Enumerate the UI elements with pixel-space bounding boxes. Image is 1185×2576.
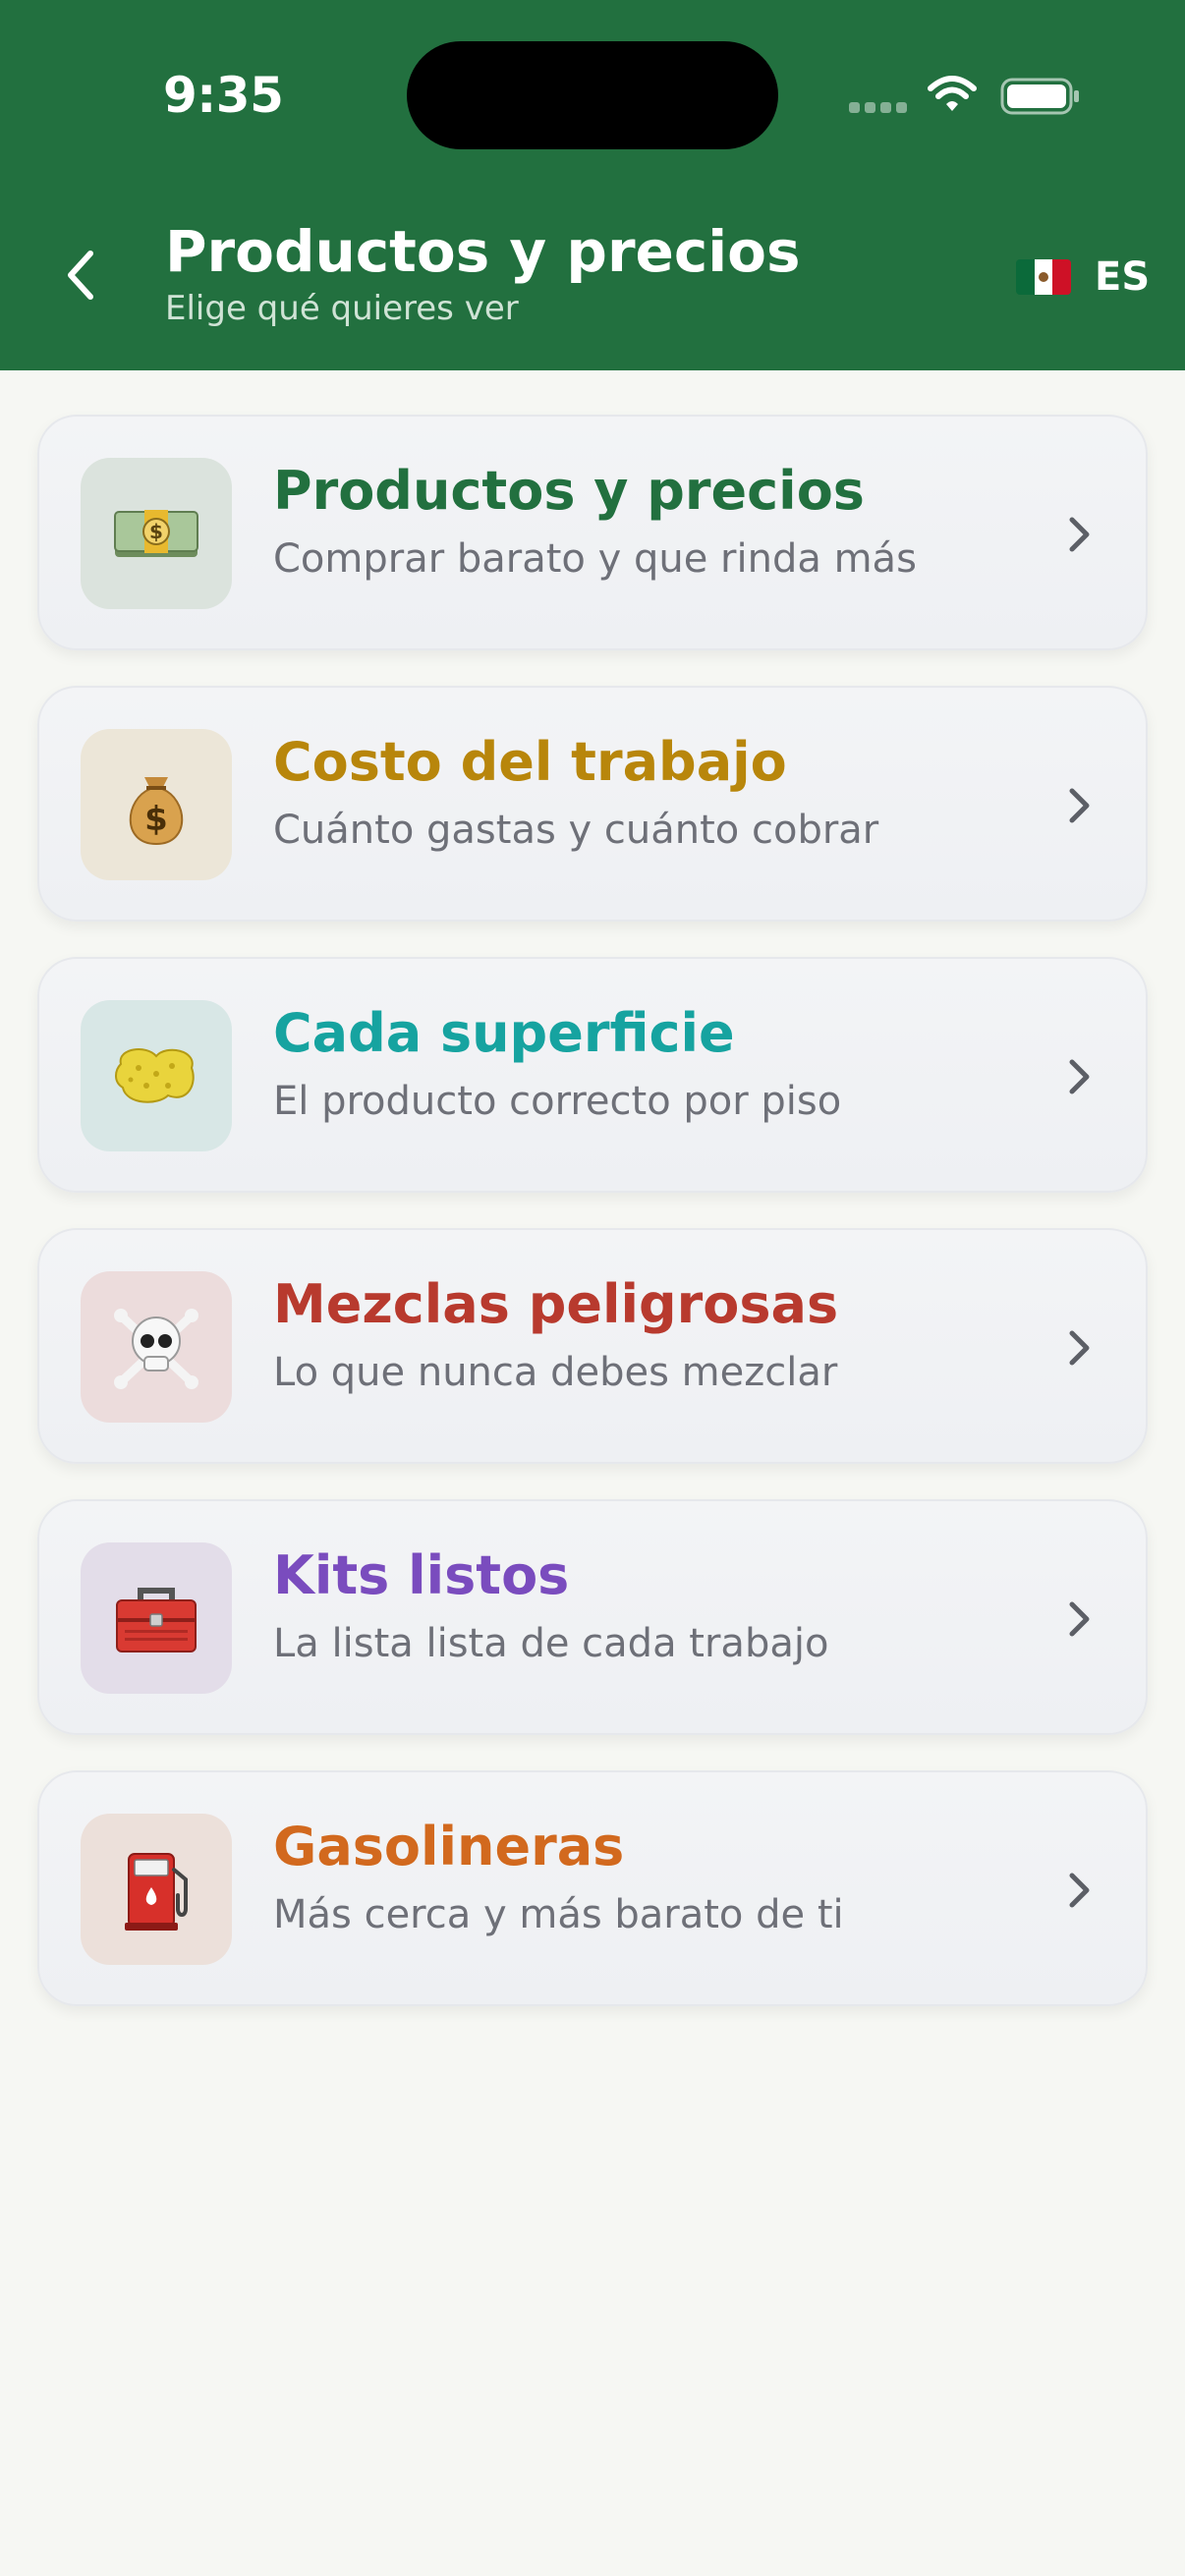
status-time: 9:35 xyxy=(163,67,284,124)
menu-item-title: Gasolineras xyxy=(273,1816,625,1877)
screen: 9:35 Productos y precios Elige qué quier… xyxy=(0,0,1185,2576)
header-bar: 9:35 Productos y precios Elige qué quier… xyxy=(0,0,1185,370)
page-title: Productos y precios xyxy=(165,218,801,285)
money-bag-icon: $ xyxy=(129,777,184,846)
menu-item-subtitle: Lo que nunca debes mezclar xyxy=(273,1350,838,1395)
icon-tile xyxy=(81,1000,232,1151)
chevron-left-icon[interactable] xyxy=(61,248,100,303)
chevron-right-icon xyxy=(1069,1873,1090,1908)
menu-item-title: Mezclas peligrosas xyxy=(273,1273,839,1335)
language-code: ES xyxy=(1095,254,1151,300)
icon-tile xyxy=(81,1271,232,1423)
chevron-right-icon xyxy=(1069,1601,1090,1637)
menu-item-title: Productos y precios xyxy=(273,460,865,522)
chevron-right-icon xyxy=(1069,788,1090,823)
svg-text:$: $ xyxy=(149,520,163,543)
language-toggle[interactable]: ES xyxy=(1016,248,1150,307)
dynamic-island xyxy=(407,41,778,149)
menu-item-title: Costo del trabajo xyxy=(273,731,787,793)
menu-item-kits[interactable]: Kits listos La lista lista de cada traba… xyxy=(37,1499,1148,1735)
skull-crossbones-icon xyxy=(114,1309,198,1389)
money-icon: $ xyxy=(114,510,198,557)
fuel-pump-icon xyxy=(125,1853,188,1931)
menu-list: $ Productos y precios Comprar barato y q… xyxy=(37,415,1148,2042)
chevron-right-icon xyxy=(1069,1059,1090,1094)
wifi-icon xyxy=(928,76,977,111)
menu-item-subtitle: El producto correcto por piso xyxy=(273,1079,842,1124)
menu-item-title: Kits listos xyxy=(273,1544,570,1606)
icon-tile: $ xyxy=(81,458,232,609)
page-subtitle: Elige qué quieres ver xyxy=(165,289,519,328)
icon-tile xyxy=(81,1542,232,1694)
svg-text:$: $ xyxy=(144,800,168,839)
sponge-icon xyxy=(115,1048,195,1103)
icon-tile: $ xyxy=(81,729,232,880)
cellular-signal-icon xyxy=(849,102,908,116)
toolbox-icon xyxy=(116,1588,197,1652)
chevron-right-icon xyxy=(1069,517,1090,552)
icon-tile xyxy=(81,1814,232,1965)
menu-item-costo[interactable]: $ Costo del trabajo Cuánto gastas y cuán… xyxy=(37,686,1148,922)
menu-item-title: Cada superficie xyxy=(273,1002,735,1064)
chevron-right-icon xyxy=(1069,1330,1090,1366)
menu-item-productos[interactable]: $ Productos y precios Comprar barato y q… xyxy=(37,415,1148,650)
menu-item-superficie[interactable]: Cada superficie El producto correcto por… xyxy=(37,957,1148,1193)
menu-item-subtitle: Más cerca y más barato de ti xyxy=(273,1892,844,1937)
mexico-flag-icon xyxy=(1016,259,1071,295)
battery-icon xyxy=(1000,78,1079,115)
menu-item-subtitle: Comprar barato y que rinda más xyxy=(273,536,917,582)
menu-item-subtitle: La lista lista de cada trabajo xyxy=(273,1621,829,1666)
menu-item-subtitle: Cuánto gastas y cuánto cobrar xyxy=(273,808,879,853)
menu-item-mezclas[interactable]: Mezclas peligrosas Lo que nunca debes me… xyxy=(37,1228,1148,1464)
menu-item-gasolineras[interactable]: Gasolineras Más cerca y más barato de ti xyxy=(37,1770,1148,2006)
